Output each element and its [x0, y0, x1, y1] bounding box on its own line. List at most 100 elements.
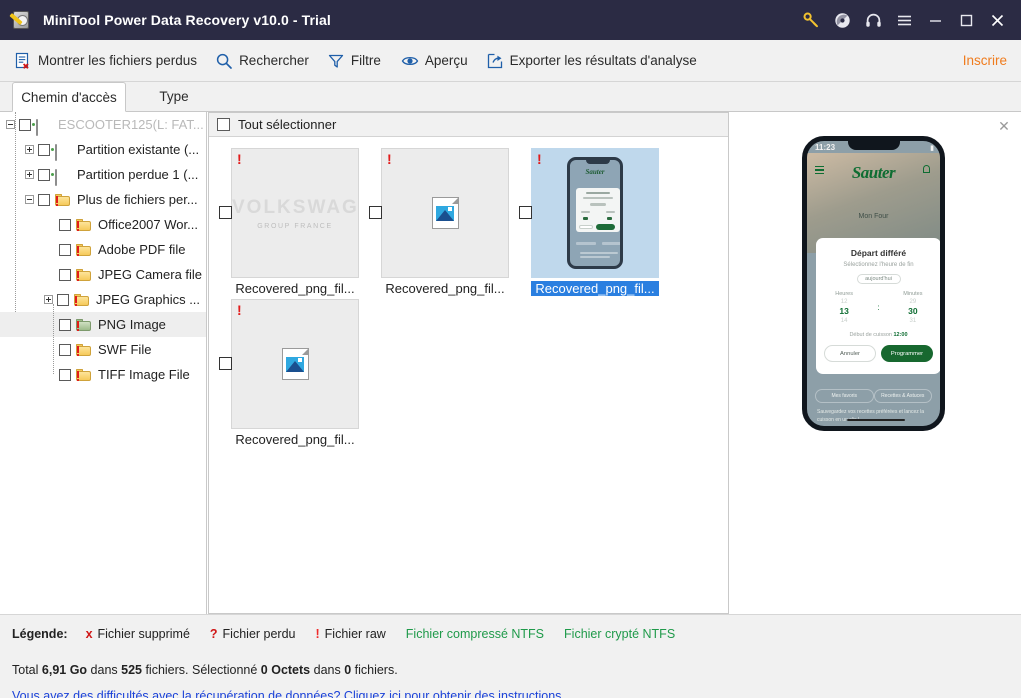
toolbar-show-lost-files[interactable]: Montrer les fichiers perdus	[14, 40, 197, 82]
tree-checkbox[interactable]	[59, 368, 71, 381]
tree-item-label: Plus de fichiers per...	[77, 192, 198, 207]
tree-checkbox[interactable]	[59, 343, 71, 356]
file-thumbnail[interactable]: !	[231, 299, 359, 429]
main-content: ESCOOTER125(L: FAT... Partition existant…	[0, 112, 1021, 614]
collapse-toggle-icon[interactable]	[25, 195, 34, 204]
folder-raw-icon	[76, 243, 93, 257]
tree-item-partition-existante[interactable]: Partition existante (...	[0, 137, 206, 162]
dialog-subtitle: Sélectionnez l'heure de fin	[843, 262, 914, 268]
file-name-label: Recovered_png_fil...	[531, 281, 659, 296]
expand-toggle-icon[interactable]	[44, 295, 53, 304]
file-card[interactable]: ! Recovered_png_fil...	[219, 299, 359, 447]
selected-suffix: fichiers.	[351, 663, 398, 677]
tree-item-png-image[interactable]: PNG Image	[0, 312, 206, 337]
totals-prefix: Total	[12, 663, 42, 677]
close-icon[interactable]: ✕	[996, 118, 1012, 134]
phone-status-time: 11:23	[815, 143, 836, 152]
folder-raw-icon	[55, 193, 72, 207]
register-button[interactable]: Inscrire	[959, 53, 1007, 68]
close-icon[interactable]	[982, 0, 1013, 40]
collapse-toggle-icon[interactable]	[6, 120, 15, 129]
tree-item-swf-file[interactable]: SWF File	[0, 337, 206, 362]
file-checkbox[interactable]	[519, 206, 532, 219]
select-all-checkbox[interactable]	[217, 118, 230, 131]
toolbar-label: Exporter les résultats d'analyse	[509, 53, 697, 68]
tree-item-adobe-pdf-file[interactable]: Adobe PDF file	[0, 237, 206, 262]
tree-scroll-area[interactable]: ESCOOTER125(L: FAT... Partition existant…	[0, 112, 206, 614]
toolbar-export-results[interactable]: Exporter les résultats d'analyse	[486, 40, 697, 82]
file-thumbnail[interactable]: ! Sauter	[531, 148, 659, 278]
disc-icon[interactable]	[827, 0, 858, 40]
folder-raw-icon	[76, 218, 93, 232]
tree-checkbox[interactable]	[38, 193, 50, 206]
legend-label-encrypted: Fichier crypté NTFS	[564, 627, 676, 641]
help-link[interactable]: Vous avez des difficultés avec la récupé…	[12, 689, 565, 698]
file-card[interactable]: ! VOLKSWAGEN GROUP FRANCE Recovered_png_…	[219, 148, 359, 296]
expand-toggle-icon[interactable]	[25, 170, 34, 179]
file-card-selected[interactable]: ! Sauter Recovered_png_fil...	[519, 148, 659, 296]
lost-symbol: ?	[209, 627, 218, 641]
file-grid-panel: Tout sélectionner ! VOLKSWAGEN GROUP FRA…	[208, 112, 729, 614]
file-checkbox[interactable]	[369, 206, 382, 219]
search-icon	[216, 53, 232, 69]
folder-raw-icon	[74, 293, 91, 307]
file-thumbnail[interactable]: !	[381, 148, 509, 278]
tab-label: Type	[159, 89, 189, 104]
maximize-icon[interactable]	[951, 0, 982, 40]
app-logo-icon	[9, 9, 32, 31]
file-grid: ! VOLKSWAGEN GROUP FRANCE Recovered_png_…	[209, 138, 728, 613]
tree-checkbox[interactable]	[19, 118, 31, 131]
legend-title: Légende:	[12, 627, 68, 641]
toolbar-search[interactable]: Rechercher	[215, 40, 309, 82]
tree-checkbox[interactable]	[59, 218, 71, 231]
tree-item-label: TIFF Image File	[98, 367, 190, 382]
tree-checkbox[interactable]	[38, 143, 50, 156]
phone-brand: Sauter	[851, 163, 896, 182]
expand-toggle-icon[interactable]	[25, 145, 34, 154]
tab-strip: Chemin d'accès Type	[0, 82, 1021, 112]
select-all-row[interactable]: Tout sélectionner	[209, 113, 728, 137]
tree-checkbox[interactable]	[59, 318, 71, 331]
selected-mid: dans	[310, 663, 345, 677]
dialog-hours-header: Heures	[835, 291, 853, 297]
path-tree-panel: ESCOOTER125(L: FAT... Partition existant…	[0, 112, 207, 614]
tree-item-partition-perdue-1[interactable]: Partition perdue 1 (...	[0, 162, 206, 187]
raw-file-icon: !	[237, 302, 242, 318]
legend-label-compressed: Fichier compressé NTFS	[405, 627, 545, 641]
dialog-minutes-header: Minutes	[903, 291, 923, 297]
folder-raw-icon	[76, 343, 93, 357]
tree-item-jpeg-camera-file[interactable]: JPEG Camera file	[0, 262, 206, 287]
legend-label: Fichier supprimé	[97, 627, 190, 641]
file-thumbnail[interactable]: ! VOLKSWAGEN GROUP FRANCE	[231, 148, 359, 278]
file-name-label: Recovered_png_fil...	[235, 281, 355, 296]
file-name-label: Recovered_png_fil...	[235, 432, 355, 447]
tree-checkbox[interactable]	[57, 293, 69, 306]
drive-icon	[55, 168, 72, 186]
tree-item-plus-de-fichiers-perdus[interactable]: Plus de fichiers per...	[0, 187, 206, 212]
toolbar-filter[interactable]: Filtre	[327, 40, 381, 82]
dialog-minutes-prev: 29	[909, 299, 917, 305]
file-checkbox[interactable]	[219, 206, 232, 219]
tree-item-escooter125[interactable]: ESCOOTER125(L: FAT...	[0, 112, 206, 137]
tab-type[interactable]: Type	[140, 82, 208, 112]
totals-mid: dans	[87, 663, 122, 677]
tree-checkbox[interactable]	[38, 168, 50, 181]
tree-item-office2007-word[interactable]: Office2007 Wor...	[0, 212, 206, 237]
tree-checkbox[interactable]	[59, 243, 71, 256]
totals-count: 525	[121, 663, 142, 677]
tree-checkbox[interactable]	[59, 268, 71, 281]
file-card[interactable]: ! Recovered_png_fil...	[369, 148, 509, 296]
minimize-icon[interactable]	[920, 0, 951, 40]
vw-logo-line2: GROUP FRANCE	[257, 222, 333, 230]
headphones-icon[interactable]	[858, 0, 889, 40]
tree-item-tiff-image-file[interactable]: TIFF Image File	[0, 362, 206, 387]
toolbar-preview[interactable]: Aperçu	[401, 40, 468, 82]
tree-item-jpeg-graphics[interactable]: JPEG Graphics ...	[0, 287, 206, 312]
tab-chemin-dacces[interactable]: Chemin d'accès	[12, 82, 126, 112]
image-placeholder-icon	[431, 197, 459, 229]
dialog-minutes-next: 31	[909, 318, 917, 324]
totals-size: 6,91 Go	[41, 663, 88, 677]
menu-icon[interactable]	[889, 0, 920, 40]
file-checkbox[interactable]	[219, 357, 232, 370]
key-icon[interactable]	[796, 0, 827, 40]
